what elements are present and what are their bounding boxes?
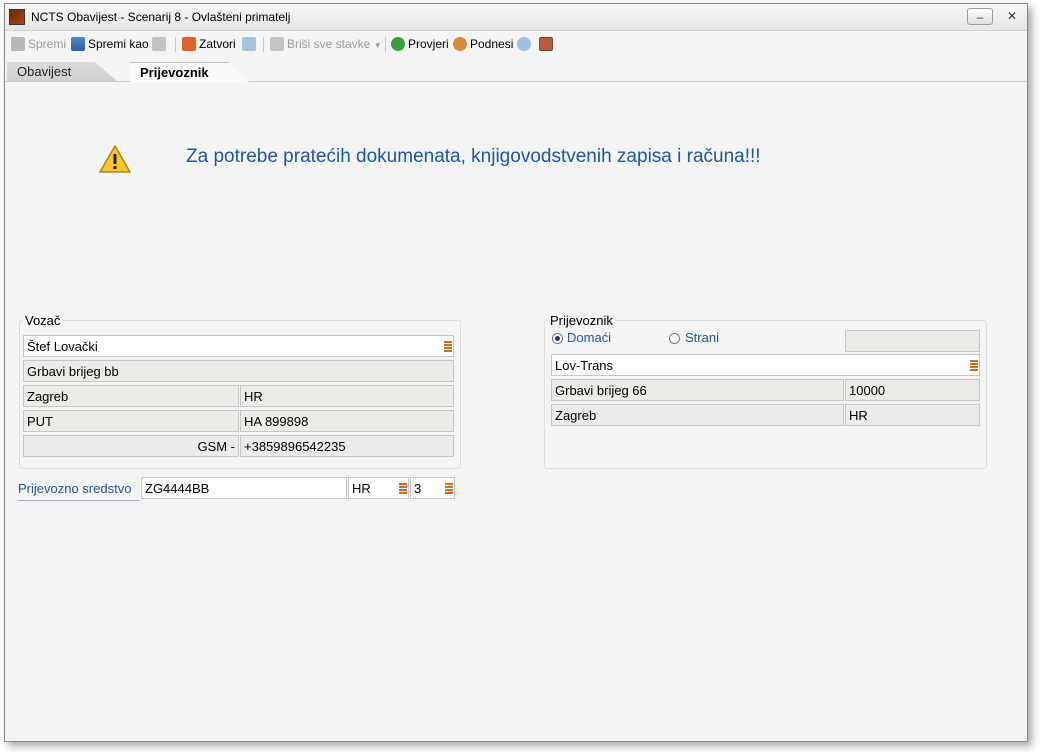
- domaci-radio[interactable]: [552, 333, 563, 344]
- spremi-button[interactable]: Spremi: [11, 35, 66, 53]
- zatvori-button[interactable]: Zatvori: [182, 35, 236, 53]
- lookup-icon[interactable]: [445, 483, 453, 494]
- check-icon: [391, 37, 405, 51]
- lookup-icon[interactable]: [444, 341, 452, 352]
- prijevoznik-name-field[interactable]: Lov-Trans: [551, 354, 980, 376]
- delete-icon: [270, 37, 284, 51]
- podnesi-label: Podnesi: [470, 37, 514, 51]
- prijevoznik-address-field: Grbavi brijeg 66: [551, 379, 844, 401]
- save-as-icon: [71, 37, 85, 51]
- window-title: NCTS Obavijest - Scenarij 8 - Ovlašteni …: [31, 10, 291, 24]
- brisi-label: Briši sve stavke: [287, 37, 371, 51]
- vozac-legend: Vozač: [25, 313, 61, 328]
- vozac-name-value: Štef Lovački: [27, 339, 98, 354]
- minimize-button[interactable]: –: [967, 8, 993, 25]
- prijevoznik-name-value: Lov-Trans: [555, 358, 614, 373]
- prijevoznik-country-field: HR: [845, 404, 980, 426]
- strani-radio[interactable]: [669, 333, 680, 344]
- vozac-address-field: Grbavi brijeg bb: [23, 360, 454, 382]
- toolbar: Spremi Spremi kao Zatvori Briši sve stav…: [5, 32, 1027, 56]
- title-bar: NCTS Obavijest - Scenarij 8 - Ovlašteni …: [5, 4, 1027, 31]
- tab-prijevoznik[interactable]: Prijevoznik: [130, 62, 250, 83]
- tab-obavijest[interactable]: Obavijest: [7, 62, 117, 81]
- provjeri-label: Provjeri: [408, 37, 449, 51]
- toolbar-separator: [385, 37, 386, 52]
- vehicle-code-value: 3: [414, 481, 422, 496]
- vehicle-reg-field[interactable]: ZG4444BB: [141, 477, 347, 499]
- calculator-button[interactable]: [242, 35, 259, 53]
- vozac-phone-label: GSM -: [23, 435, 239, 457]
- vehicle-country-field[interactable]: HR: [348, 477, 409, 499]
- spremi-label: Spremi: [28, 37, 67, 51]
- prijevozno-sredstvo-link[interactable]: Prijevozno sredstvo: [18, 481, 131, 496]
- vehicle-country-value: HR: [352, 481, 371, 496]
- strani-label[interactable]: Strani: [685, 330, 719, 345]
- provjeri-button[interactable]: Provjeri: [391, 35, 449, 53]
- toolbar-separator: [263, 37, 264, 52]
- warning-message: Za potrebe pratećih dokumenata, knjigovo…: [186, 146, 761, 167]
- lookup-icon[interactable]: [399, 483, 407, 494]
- toolbar-separator: [175, 37, 176, 52]
- prijevoznik-postal-field: 10000: [845, 379, 980, 401]
- zatvori-label: Zatvori: [199, 37, 236, 51]
- link-underline: [18, 500, 140, 501]
- domaci-label[interactable]: Domaći: [567, 330, 611, 345]
- spremi-kao-label: Spremi kao: [88, 37, 149, 51]
- spremi-kao-button[interactable]: Spremi kao: [71, 35, 149, 53]
- vozac-name-field[interactable]: Štef Lovački: [23, 335, 454, 357]
- print-button[interactable]: [152, 35, 169, 53]
- chevron-down-icon: ▼: [373, 41, 382, 50]
- user-button[interactable]: [539, 35, 556, 53]
- vozac-city-field: Zagreb: [23, 385, 239, 407]
- prijevoznik-legend: Prijevoznik: [550, 313, 613, 328]
- vozac-phone-field: +3859896542235: [240, 435, 454, 457]
- vozac-doc-number-field: HA 899898: [240, 410, 454, 432]
- warning-icon: [99, 145, 131, 173]
- print-icon: [152, 37, 166, 51]
- info-button[interactable]: [517, 35, 534, 53]
- podnesi-button[interactable]: Podnesi: [453, 35, 513, 53]
- main-window: NCTS Obavijest - Scenarij 8 - Ovlašteni …: [4, 3, 1028, 742]
- vozac-doc-type-field: PUT: [23, 410, 239, 432]
- info-icon: [517, 37, 531, 51]
- save-icon: [11, 37, 25, 51]
- submit-icon: [453, 37, 467, 51]
- close-icon: [182, 37, 196, 51]
- user-icon: [539, 37, 553, 51]
- prijevoznik-id-field: [845, 330, 980, 352]
- tab-strip: Obavijest Prijevoznik: [5, 59, 1027, 83]
- lookup-icon[interactable]: [970, 360, 978, 371]
- vehicle-code-field[interactable]: 3: [410, 477, 455, 499]
- calculator-icon: [242, 37, 256, 51]
- prijevoznik-city-field: Zagreb: [551, 404, 844, 426]
- app-icon: [9, 9, 25, 25]
- vozac-country-field: HR: [240, 385, 454, 407]
- close-window-button[interactable]: ✕: [999, 8, 1025, 25]
- brisi-button[interactable]: Briši sve stavke ▼: [270, 35, 382, 53]
